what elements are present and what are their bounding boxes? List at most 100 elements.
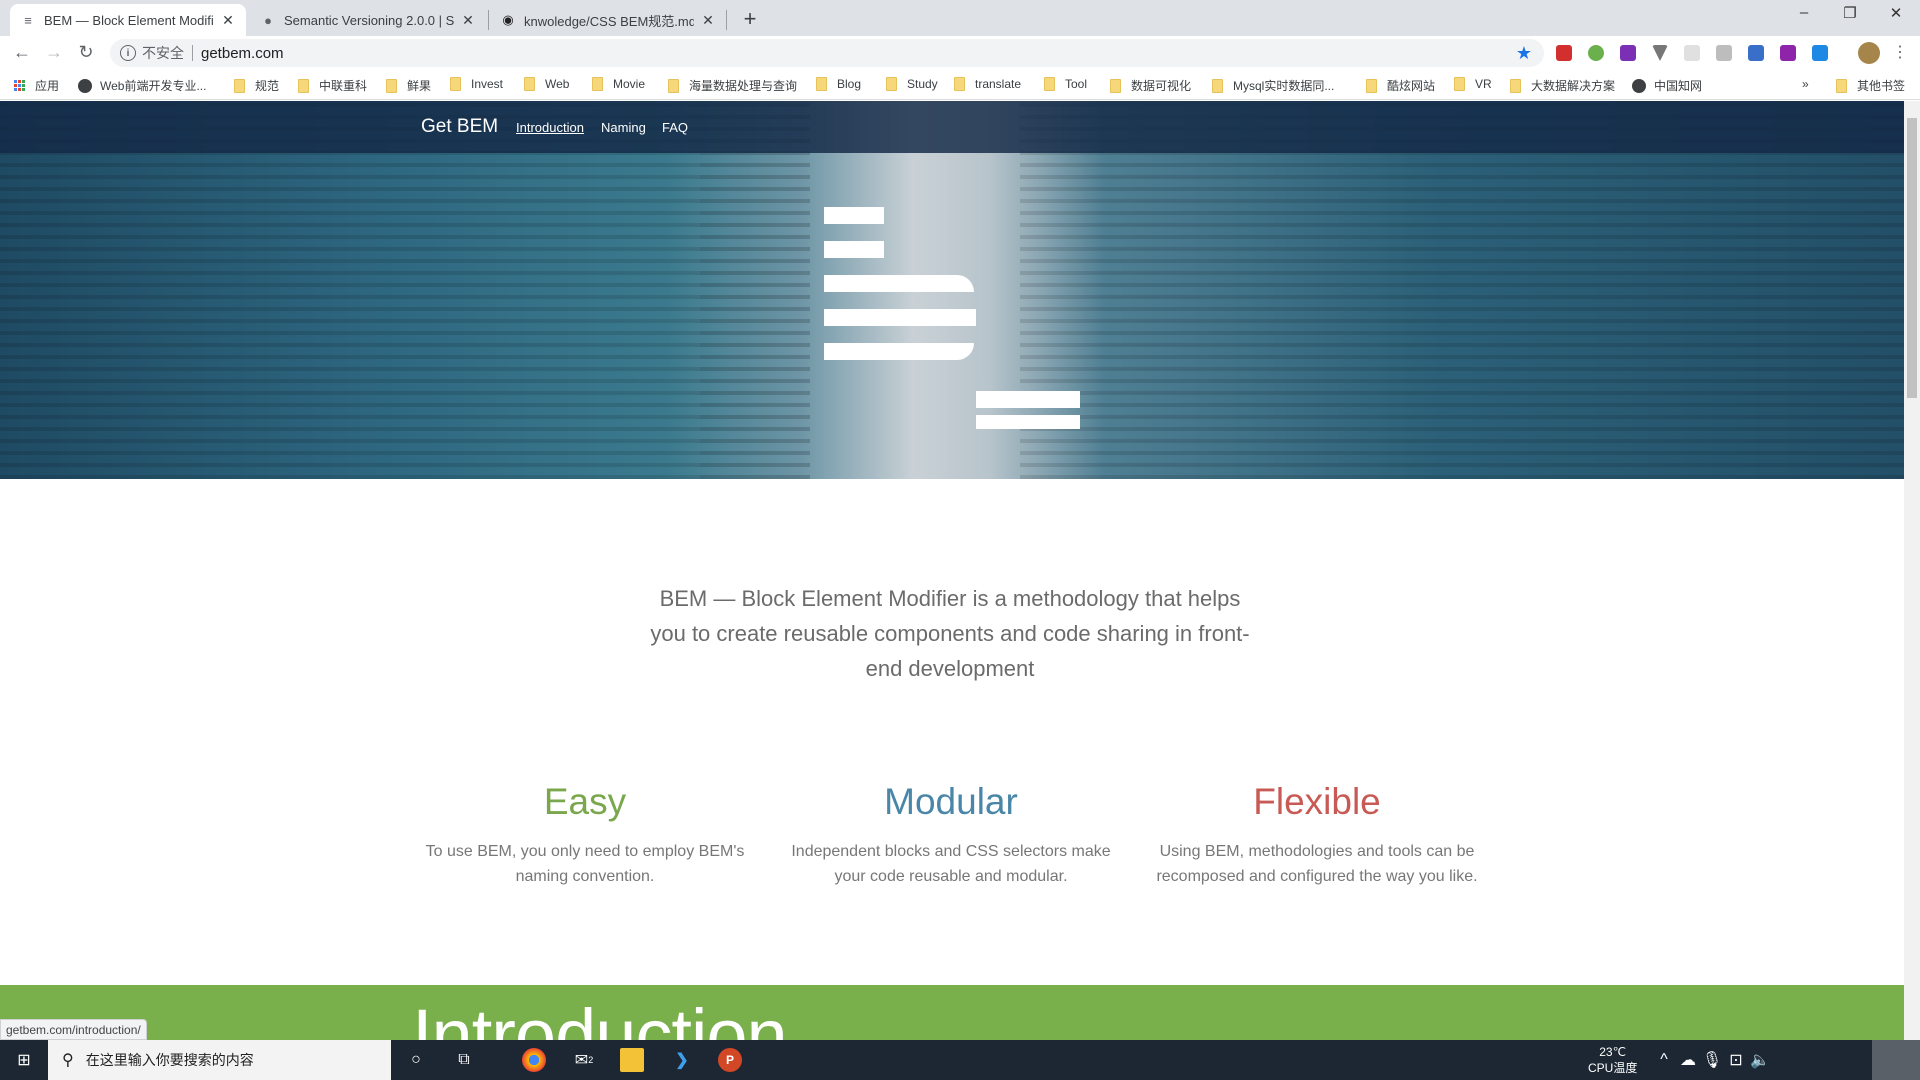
extension-check-icon[interactable]	[1812, 45, 1828, 61]
globe-icon	[78, 78, 92, 93]
bookmark-label: Movie	[613, 77, 646, 91]
temperature-value: 23℃	[1599, 1045, 1627, 1059]
cortana-icon[interactable]: ○	[404, 1048, 428, 1072]
file-explorer-icon[interactable]	[620, 1048, 644, 1072]
taskbar-search[interactable]: ⚲ 在这里输入你要搜索的内容	[48, 1040, 391, 1080]
building-texture	[700, 101, 810, 479]
folder-icon	[524, 77, 535, 91]
new-tab-button[interactable]: +	[738, 6, 762, 32]
bookmark-folder[interactable]: Tool	[1044, 77, 1087, 91]
reload-button[interactable]: ↻	[74, 42, 98, 63]
bookmark-folder[interactable]: Invest	[450, 77, 503, 91]
close-tab-icon[interactable]: ✕	[460, 12, 476, 29]
menu-icon[interactable]: ⋮	[1888, 42, 1912, 62]
bookmark-item[interactable]: 中国知网	[1632, 77, 1702, 94]
bookmark-apps[interactable]: 应用	[14, 77, 59, 94]
tab-bem[interactable]: ≡ BEM — Block Element Modifie ✕	[10, 4, 246, 36]
hero-banner: Get BEM Introduction Naming FAQ	[0, 101, 1904, 479]
bookmark-folder[interactable]: Mysql实时数据同...	[1212, 77, 1334, 94]
nav-faq[interactable]: FAQ	[662, 120, 688, 135]
close-window-button[interactable]: ✕	[1876, 4, 1916, 22]
bookmark-folder[interactable]: 数据可视化	[1110, 77, 1191, 94]
divider	[192, 45, 193, 61]
bookmark-folder[interactable]: 鲜果	[386, 77, 431, 94]
bookmark-item[interactable]: Web前端开发专业...	[78, 77, 206, 94]
info-icon[interactable]: i	[120, 45, 136, 61]
bookmark-label: Blog	[837, 77, 862, 91]
bookmark-folder[interactable]: Blog	[816, 77, 861, 91]
address-bar[interactable]: i 不安全 getbem.com ★	[110, 39, 1544, 67]
extension-onenote-icon[interactable]	[1620, 45, 1636, 61]
close-tab-icon[interactable]: ✕	[700, 12, 716, 29]
extension-green-icon[interactable]	[1588, 45, 1604, 61]
other-bookmarks[interactable]: 其他书签	[1836, 77, 1905, 94]
bookmark-folder[interactable]: Movie	[592, 77, 645, 91]
bookmark-folder[interactable]: Web	[524, 77, 569, 91]
bookmark-label: 酷炫网站	[1387, 79, 1436, 93]
scrollbar-thumb[interactable]	[1907, 118, 1917, 398]
forward-button[interactable]: →	[42, 42, 66, 63]
bookmark-folder[interactable]: 大数据解决方案	[1510, 77, 1615, 94]
extension-vue-icon[interactable]	[1652, 45, 1668, 61]
feature-modular: Modular Independent blocks and CSS selec…	[786, 781, 1116, 889]
profile-avatar[interactable]	[1858, 42, 1880, 64]
extension-5d-icon[interactable]	[1748, 45, 1764, 61]
folder-icon	[954, 77, 965, 91]
feature-text: To use BEM, you only need to employ BEM'…	[425, 843, 745, 885]
volume-icon[interactable]: 🔈	[1748, 1048, 1772, 1072]
bookmark-folder[interactable]: Study	[886, 77, 938, 91]
folder-icon	[1510, 78, 1521, 93]
folder-icon	[1454, 77, 1465, 91]
folder-icon	[1044, 77, 1055, 91]
bookmark-folder[interactable]: translate	[954, 77, 1021, 91]
extension-lastpass-icon[interactable]	[1556, 45, 1572, 61]
bookmark-folder[interactable]: 中联重科	[298, 77, 367, 94]
close-tab-icon[interactable]: ✕	[220, 12, 236, 29]
bookmark-label: 应用	[35, 79, 60, 93]
task-view-icon[interactable]: ⧉	[452, 1048, 476, 1072]
search-placeholder: 在这里输入你要搜索的内容	[85, 1052, 254, 1068]
folder-icon	[1366, 78, 1377, 93]
powerpoint-icon[interactable]: P	[718, 1048, 742, 1072]
vscode-icon[interactable]: ❯	[670, 1048, 694, 1072]
bookmark-folder[interactable]: 酷炫网站	[1366, 77, 1435, 94]
microphone-icon[interactable]: 🎙	[1700, 1048, 1724, 1072]
restore-button[interactable]: ❐	[1830, 4, 1870, 22]
show-desktop-button[interactable]	[1872, 1040, 1920, 1080]
bookmark-label: 鲜果	[407, 79, 432, 93]
globe-icon	[1632, 78, 1646, 93]
back-button[interactable]: ←	[10, 42, 34, 63]
folder-icon	[816, 77, 827, 91]
bookmark-folder[interactable]: 海量数据处理与查询	[668, 77, 797, 94]
feature-title: Modular	[884, 781, 1018, 822]
bookmark-label: 规范	[255, 79, 280, 93]
nav-naming[interactable]: Naming	[601, 120, 646, 135]
tab-github[interactable]: ◉ knwoledge/CSS BEM规范.md a ✕	[490, 4, 726, 36]
network-icon[interactable]: ⊡	[1724, 1048, 1748, 1072]
onedrive-icon[interactable]: ☁	[1676, 1048, 1700, 1072]
tab-title: BEM — Block Element Modifie	[44, 12, 214, 28]
bookmarks-overflow-button[interactable]: »	[1802, 77, 1809, 91]
bookmark-folder[interactable]: VR	[1454, 77, 1492, 91]
extension-rp-icon[interactable]	[1780, 45, 1796, 61]
url-text[interactable]: getbem.com	[201, 45, 284, 62]
tab-semver[interactable]: ● Semantic Versioning 2.0.0 | Se ✕	[250, 4, 486, 36]
folder-icon	[234, 78, 245, 93]
windows-start-icon[interactable]: ⊞	[12, 1048, 36, 1072]
bookmark-label: Tool	[1065, 77, 1088, 91]
globe-icon: ●	[264, 12, 272, 28]
tray-expand-icon[interactable]: ^	[1652, 1048, 1676, 1072]
minimize-button[interactable]: –	[1784, 4, 1824, 21]
bookmark-star-icon[interactable]: ★	[1516, 43, 1532, 64]
mail-icon[interactable]: ✉ 2	[572, 1048, 596, 1072]
lead-text: BEM — Block Element Modifier is a method…	[650, 586, 1250, 681]
bookmark-folder[interactable]: 规范	[234, 77, 279, 94]
extension-mail-icon[interactable]	[1716, 45, 1732, 61]
site-brand[interactable]: Get BEM	[421, 116, 498, 138]
introduction-section: Introduction	[0, 985, 1904, 1040]
nav-introduction[interactable]: Introduction	[516, 120, 584, 135]
tab-strip: ≡ BEM — Block Element Modifie ✕ ● Semant…	[0, 0, 1920, 36]
browser-toolbar: ← → ↻ i 不安全 getbem.com ★ ⋮	[0, 36, 1920, 70]
chrome-icon[interactable]	[522, 1048, 546, 1072]
extension-grey-icon[interactable]	[1684, 45, 1700, 61]
